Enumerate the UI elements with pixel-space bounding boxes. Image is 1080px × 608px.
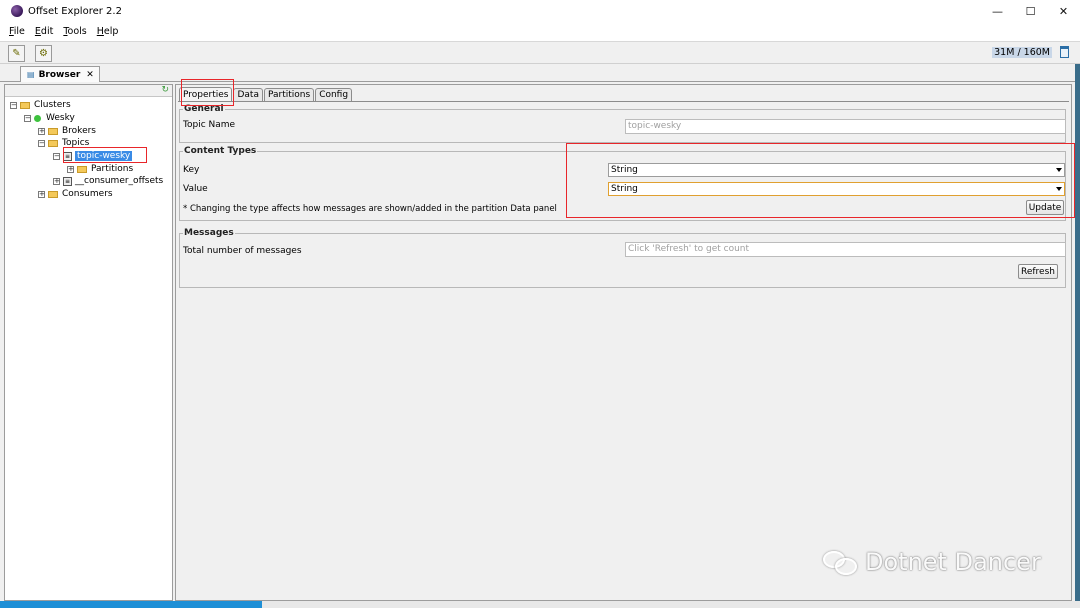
folder-icon: [48, 127, 58, 135]
tree-node-cluster[interactable]: − Wesky: [24, 112, 75, 124]
highlight-selected-topic: [63, 147, 147, 163]
menu-file[interactable]: File: [9, 26, 25, 37]
menu-tools[interactable]: Tools: [63, 26, 86, 37]
topic-name-field[interactable]: topic-wesky: [625, 119, 1066, 134]
tree-label: Consumers: [62, 189, 113, 199]
expand-icon[interactable]: +: [53, 177, 60, 185]
highlight-properties-tab: [181, 79, 234, 106]
folder-icon: [20, 101, 30, 109]
total-messages-label: Total number of messages: [183, 246, 302, 256]
connected-status-icon: [34, 114, 41, 122]
collapse-icon[interactable]: −: [24, 114, 31, 122]
content-types-title: Content Types: [183, 146, 258, 156]
tree-node-brokers[interactable]: + Brokers: [38, 125, 96, 137]
garbage-collect-icon[interactable]: [1060, 46, 1069, 58]
menu-help[interactable]: Help: [97, 26, 119, 37]
tree-node-consumer-offsets[interactable]: + ≡ __consumer_offsets: [53, 175, 163, 187]
tab-partitions[interactable]: Partitions: [263, 88, 315, 101]
window-controls: — ☐ ✕: [981, 0, 1080, 22]
folder-icon: [48, 190, 58, 198]
open-folder-icon: [48, 139, 58, 147]
memory-usage: 31M / 160M: [992, 47, 1052, 58]
key-label: Key: [183, 165, 200, 175]
toolbar: ✎ ⚙ 31M / 160M: [0, 41, 1080, 64]
app-logo-icon: [11, 5, 23, 17]
tree-label: __consumer_offsets: [75, 176, 164, 186]
browser-icon: ▤: [27, 70, 35, 79]
expand-icon[interactable]: +: [38, 127, 45, 135]
tree-label: Brokers: [62, 126, 97, 136]
window-title: Offset Explorer 2.2: [28, 5, 122, 17]
content-type-note: * Changing the type affects how messages…: [183, 204, 557, 214]
tab-config[interactable]: Config: [315, 88, 353, 101]
refresh-button[interactable]: Refresh: [1018, 264, 1058, 279]
refresh-tree-icon[interactable]: ↻: [161, 85, 169, 95]
wechat-icon: [823, 549, 859, 575]
taskbar-edge: [0, 601, 1080, 608]
folder-icon: [77, 165, 87, 173]
total-messages-field[interactable]: Click 'Refresh' to get count: [625, 242, 1066, 257]
tree-label: Wesky: [46, 113, 75, 123]
tree-node-partitions[interactable]: + Partitions: [67, 163, 133, 175]
desktop-background: [1075, 64, 1080, 608]
add-connection-icon[interactable]: ✎: [8, 45, 25, 62]
highlight-content-types: [566, 143, 1075, 218]
close-tab-icon[interactable]: ✕: [86, 70, 94, 80]
tree-node-clusters[interactable]: − Clusters: [10, 99, 71, 111]
browser-tab-label: Browser: [38, 69, 81, 80]
expand-icon[interactable]: +: [38, 190, 45, 198]
minimize-button[interactable]: —: [981, 0, 1014, 22]
browser-tab-bar: ▤ Browser ✕: [0, 64, 1080, 82]
tree-node-consumers[interactable]: + Consumers: [38, 188, 113, 200]
tree-label: Partitions: [91, 164, 134, 174]
close-button[interactable]: ✕: [1047, 0, 1080, 22]
tab-browser[interactable]: ▤ Browser ✕: [20, 66, 100, 82]
menu-bar: File Edit Tools Help: [0, 22, 1080, 41]
expand-icon[interactable]: +: [67, 165, 74, 173]
collapse-icon[interactable]: −: [10, 101, 17, 109]
menu-edit[interactable]: Edit: [35, 26, 53, 37]
watermark: Dotnet Dancer: [823, 548, 1041, 576]
topic-name-label: Topic Name: [183, 120, 236, 130]
value-label: Value: [183, 184, 208, 194]
maximize-button[interactable]: ☐: [1014, 0, 1047, 22]
tab-data[interactable]: Data: [233, 88, 263, 101]
tree-header: ↻: [5, 85, 172, 97]
collapse-icon[interactable]: −: [38, 139, 45, 147]
title-bar: Offset Explorer 2.2 — ☐ ✕: [0, 0, 1080, 22]
tab-divider: [178, 101, 1069, 102]
general-group: General Topic Name topic-wesky: [179, 104, 1066, 143]
watermark-text: Dotnet Dancer: [865, 548, 1041, 576]
collapse-icon[interactable]: −: [53, 152, 60, 160]
settings-tool-icon[interactable]: ⚙: [35, 45, 52, 62]
messages-group: Messages Total number of messages Click …: [179, 228, 1066, 288]
tree-label: Clusters: [34, 100, 71, 110]
topic-icon: ≡: [63, 176, 72, 186]
messages-title: Messages: [183, 228, 235, 238]
